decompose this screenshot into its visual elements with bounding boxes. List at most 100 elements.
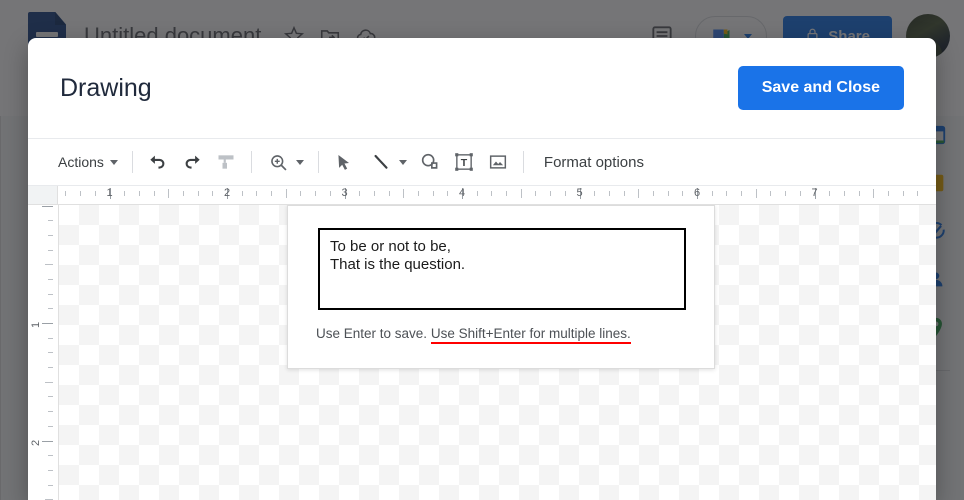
ruler-minor-tick: [476, 191, 478, 196]
screen: Untitled document: [0, 0, 964, 500]
drawing-canvas[interactable]: To be or not to be, That is the question…: [59, 205, 936, 500]
redo-button[interactable]: [175, 146, 209, 178]
ruler-minor-tick: [197, 191, 199, 196]
paint-format-button[interactable]: [209, 146, 243, 178]
actions-menu-button[interactable]: Actions: [48, 146, 124, 178]
redo-icon: [185, 155, 200, 169]
ruler-minor-tick: [48, 396, 53, 398]
ruler-label: 1: [106, 187, 113, 199]
ruler-minor-tick: [285, 189, 287, 198]
ruler-minor-tick: [45, 381, 53, 383]
ruler-minor-tick: [829, 191, 831, 196]
ruler-label: 5: [576, 187, 583, 199]
ruler-minor-tick: [682, 191, 684, 196]
ruler-minor-tick: [45, 264, 53, 266]
image-tool-button[interactable]: [481, 146, 515, 178]
ruler-minor-tick: [550, 191, 552, 196]
ruler-minor-tick: [520, 189, 522, 198]
ruler-minor-tick: [755, 189, 757, 198]
shape-tool-button[interactable]: [413, 146, 447, 178]
save-and-close-button[interactable]: Save and Close: [737, 66, 904, 110]
ruler-minor-tick: [652, 191, 654, 196]
shape-icon: [421, 153, 438, 169]
ruler-minor-tick: [329, 191, 331, 196]
hint-plain-text: Use Enter to save.: [316, 326, 428, 341]
line-tool-button[interactable]: [361, 146, 413, 178]
undo-button[interactable]: [141, 146, 175, 178]
ruler-minor-tick: [711, 191, 713, 196]
ruler-minor-tick: [843, 191, 845, 196]
ruler-minor-tick: [667, 191, 669, 196]
ruler-minor-tick: [506, 191, 508, 196]
ruler-minor-tick: [564, 191, 566, 196]
ruler-minor-tick: [403, 189, 405, 198]
ruler-minor-tick: [48, 469, 53, 471]
toolbar-divider: [522, 151, 524, 173]
ruler-minor-tick: [182, 191, 184, 196]
ruler-minor-tick: [726, 191, 728, 196]
ruler-minor-tick: [48, 425, 53, 427]
ruler-minor-tick: [741, 191, 743, 196]
page-title: Drawing: [60, 73, 152, 102]
zoom-button[interactable]: [260, 146, 310, 178]
horizontal-ruler[interactable]: 1 2 3 4 5 6 7: [28, 186, 936, 205]
ruler-minor-tick: [48, 278, 53, 280]
select-tool-button[interactable]: [327, 146, 361, 178]
text-box-icon: T: [455, 153, 473, 171]
ruler-minor-tick: [48, 367, 53, 369]
ruler-minor-tick: [887, 191, 889, 196]
ruler-minor-tick: [48, 455, 53, 457]
ruler-minor-tick: [873, 189, 875, 198]
ruler-minor-tick: [594, 191, 596, 196]
ruler-minor-tick: [858, 191, 860, 196]
ruler-minor-tick: [153, 191, 155, 196]
text-entry-hint: Use Enter to save. Use Shift+Enter for m…: [316, 326, 631, 344]
chevron-down-icon: [109, 159, 118, 165]
format-options-button[interactable]: Format options: [532, 146, 652, 178]
ruler-minor-tick: [48, 249, 53, 251]
vertical-ruler[interactable]: 12: [28, 205, 59, 500]
ruler-major-tick: [42, 440, 53, 442]
toolbar-divider: [131, 151, 133, 173]
ruler-minor-tick: [491, 191, 493, 196]
actions-menu-label: Actions: [58, 154, 104, 170]
ruler-minor-tick: [48, 293, 53, 295]
undo-icon: [150, 155, 165, 169]
ruler-minor-tick: [212, 191, 214, 196]
ruler-minor-tick: [48, 352, 53, 354]
ruler-minor-tick: [271, 191, 273, 196]
ruler-label: 3: [341, 187, 348, 199]
line-icon: [374, 154, 388, 169]
ruler-label: 2: [30, 439, 42, 446]
ruler-minor-tick: [48, 484, 53, 486]
ruler-minor-tick: [799, 191, 801, 196]
ruler-minor-tick: [432, 191, 434, 196]
text-entry-popup: To be or not to be, That is the question…: [287, 205, 715, 369]
ruler-minor-tick: [256, 191, 258, 196]
ruler-minor-tick: [65, 191, 67, 196]
drawing-canvas-wrap: 12 To be or not to be, That is the quest…: [28, 205, 936, 500]
drawing-dialog-header: Drawing Save and Close: [28, 38, 936, 139]
ruler-minor-tick: [785, 191, 787, 196]
ruler-minor-tick: [917, 191, 919, 196]
ruler-minor-tick: [388, 191, 390, 196]
ruler-minor-tick: [447, 191, 449, 196]
drawing-toolbar: Actions T Format options: [28, 139, 936, 186]
toolbar-divider: [250, 151, 252, 173]
ruler-minor-tick: [608, 191, 610, 196]
ruler-minor-tick: [535, 191, 537, 196]
ruler-minor-tick: [373, 191, 375, 196]
ruler-minor-tick: [48, 220, 53, 222]
select-cursor-icon: [338, 154, 350, 170]
text-box-tool-button[interactable]: T: [447, 146, 481, 178]
ruler-minor-tick: [359, 191, 361, 196]
ruler-minor-tick: [417, 191, 419, 196]
ruler-label: 1: [30, 321, 42, 328]
image-icon: [489, 155, 506, 169]
paint-format-icon: [218, 155, 234, 169]
text-input-box[interactable]: To be or not to be, That is the question…: [318, 228, 686, 310]
toolbar-divider: [317, 151, 319, 173]
ruler-minor-tick: [124, 191, 126, 196]
ruler-major-tick: [42, 323, 53, 324]
ruler-minor-tick: [48, 234, 53, 236]
